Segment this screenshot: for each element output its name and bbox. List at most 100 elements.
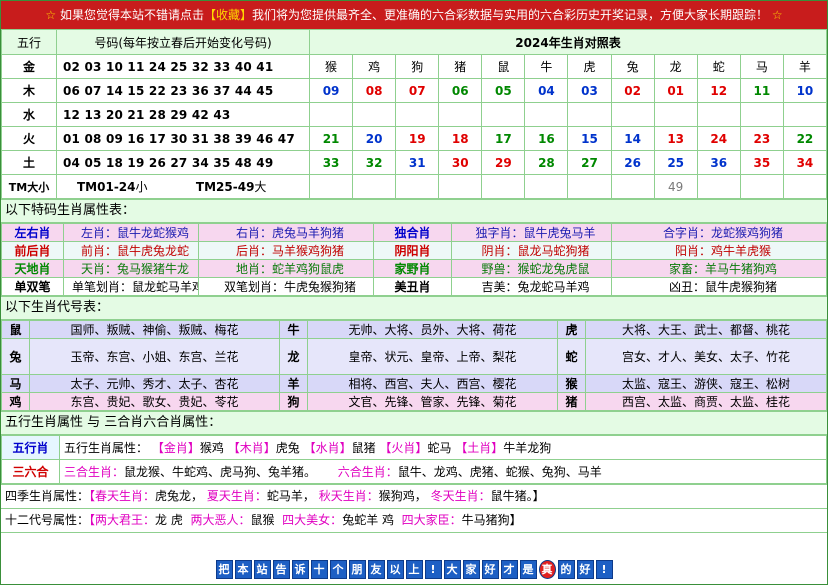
wuxing-label: 五行肖 <box>1 435 60 460</box>
code-zodiac: 虎 <box>557 320 586 339</box>
attribute-row: 单双笔 单笔划肖：鼠龙蛇马羊鸡 双笔划肖：牛虎兔猴狗猪 美丑肖 吉美：兔龙蛇马羊… <box>1 277 827 296</box>
number-cell <box>739 102 784 127</box>
footer-char: 才 <box>500 560 518 579</box>
number-cell <box>395 102 440 127</box>
code-desc: 国师、叛贼、神偷、叛贼、梅花 <box>29 320 280 339</box>
section-attributes-title: 以下特码生肖属性表： <box>1 199 827 223</box>
element-codes: 06 07 14 15 22 23 36 37 44 45 <box>56 78 310 103</box>
footer-char: 本 <box>234 560 252 579</box>
attribute-row: 前后肖 前肖：鼠牛虎兔龙蛇 后肖：马羊猴鸡狗猪 阴阳肖 阴肖：鼠龙马蛇狗猪 阳肖… <box>1 241 827 260</box>
twelve-value: 鼠猴 <box>250 513 275 527</box>
number-cell <box>308 102 354 127</box>
number-cell: 17 <box>481 126 526 151</box>
number-cell: 12 <box>696 78 741 103</box>
code-zodiac: 龙 <box>279 338 308 375</box>
number-cell: 29 <box>481 150 526 175</box>
attribute-key: 左右肖 <box>1 223 64 242</box>
zodiac-cell: 猴 <box>308 54 354 79</box>
wuxing-value: 蛇马 <box>427 441 452 455</box>
element-name: 水 <box>1 102 57 127</box>
twelve-label: 十二代号属性： <box>5 513 90 527</box>
number-cell: 35 <box>739 150 784 175</box>
code-desc: 相将、西宫、夫人、西宫、樱花 <box>307 374 558 393</box>
tm-ranges: TM01-24小 TM25-49大 <box>56 174 310 199</box>
element-name: 金 <box>1 54 57 79</box>
number-cell: 33 <box>308 150 354 175</box>
number-cell: 31 <box>395 150 440 175</box>
attribute-value: 天肖：兔马猴猪牛龙 <box>63 259 199 278</box>
twelve-tag: 两大恶人： <box>190 513 251 527</box>
zodiac-cell: 蛇 <box>696 54 741 79</box>
footer-char: 十 <box>310 560 328 579</box>
footer-char: 个 <box>329 560 347 579</box>
code-desc: 无帅、大将、员外、大将、荷花 <box>307 320 558 339</box>
footer-char: 大 <box>443 560 461 579</box>
season-tag: 秋天生肖： <box>318 489 379 503</box>
zodiac-cell: 兔 <box>610 54 655 79</box>
code-table: 鼠国师、叛贼、神偷、叛贼、梅花牛无帅、大将、员外、大将、荷花虎大将、大王、武士、… <box>1 320 827 411</box>
zodiac-cell: 羊 <box>782 54 828 79</box>
season-value: 猴狗鸡， <box>378 489 427 503</box>
attribute-value: 凶丑：鼠牛虎猴狗猪 <box>611 277 827 296</box>
zodiac-cell: 牛 <box>524 54 569 79</box>
tm-label: TM大小 <box>1 174 57 199</box>
zodiac-cell: 马 <box>739 54 784 79</box>
number-cell: 19 <box>395 126 440 151</box>
zodiac-cell: 龙 <box>653 54 698 79</box>
number-cell: 26 <box>610 150 655 175</box>
section-wuxing-title: 五行生肖属性 与 三合肖六合肖属性： <box>1 411 827 435</box>
season-tag: 【春天生肖： <box>89 489 156 503</box>
collect-link[interactable]: 【收藏】 <box>204 8 252 22</box>
code-desc: 大将、大王、武士、都督、桃花 <box>585 320 827 339</box>
wuxing-value: 虎兔 <box>275 441 300 455</box>
number-cell: 08 <box>352 78 397 103</box>
twelve-tag: 四大家臣： <box>401 513 462 527</box>
twelve-tag: 【两大君王： <box>89 513 156 527</box>
banner-text-post: 我们将为您提供最齐全、更准确的六合彩数据与实用的六合彩历史开奖记录，方便大家长期… <box>252 8 769 22</box>
number-cell: 14 <box>610 126 655 151</box>
tm-small: TM01-24 <box>77 180 136 194</box>
twelve-value: 牛马猪狗】 <box>461 513 522 527</box>
number-cell <box>438 102 483 127</box>
attribute-value: 单笔划肖：鼠龙蛇马羊鸡 <box>63 277 199 296</box>
number-cell: 28 <box>524 150 569 175</box>
star-icon: ☆ <box>45 8 57 22</box>
star-icon: ☆ <box>771 8 783 22</box>
attribute-value: 阴肖：鼠龙马蛇狗猪 <box>451 241 612 260</box>
footer-char: 朋 <box>348 560 366 579</box>
attribute-key: 前后肖 <box>1 241 64 260</box>
element-codes: 01 08 09 16 17 30 31 38 39 46 47 <box>56 126 310 151</box>
number-cell: 01 <box>653 78 698 103</box>
number-cell: 30 <box>438 150 483 175</box>
zodiac-cell: 虎 <box>567 54 612 79</box>
element-name: 土 <box>1 150 57 175</box>
attribute-value: 后肖：马羊猴鸡狗猪 <box>198 241 374 260</box>
number-cell: 32 <box>352 150 397 175</box>
season-tag: 夏天生肖： <box>206 489 267 503</box>
attribute-key: 家野肖 <box>373 259 452 278</box>
code-row: 鸡东宫、贵妃、歌女、贵妃、苓花狗文官、先锋、管家、先锋、菊花猪西宫、太监、商贾、… <box>1 392 827 411</box>
wuxing-tag: 【土肖】 <box>455 441 504 455</box>
twelve-row: 十二代号属性：【两大君王：龙 虎 两大恶人：鼠猴 四大美女：兔蛇羊 鸡 四大家臣… <box>1 508 827 533</box>
attribute-key: 美丑肖 <box>373 277 452 296</box>
code-desc: 太监、寇王、游侠、寇王、松树 <box>585 374 827 393</box>
header-codes: 号码(每年按立春后开始变化号码) <box>56 29 310 55</box>
code-zodiac: 马 <box>1 374 30 393</box>
attribute-value: 右肖：虎兔马羊狗猪 <box>198 223 374 242</box>
code-zodiac: 牛 <box>279 320 308 339</box>
footer-char: 把 <box>215 560 233 579</box>
number-cell: 11 <box>739 78 784 103</box>
number-cell: 15 <box>567 126 612 151</box>
code-desc: 东宫、贵妃、歌女、贵妃、苓花 <box>29 392 280 411</box>
code-desc: 文官、先锋、管家、先锋、菊花 <box>307 392 558 411</box>
number-cell: 21 <box>308 126 354 151</box>
wuxing-values: 五行生肖属性： 【金肖】猴鸡 【木肖】虎兔 【水肖】鼠猪 【火肖】蛇马 【土肖】… <box>59 435 827 460</box>
number-cell: 02 <box>610 78 655 103</box>
element-row: 水 12 13 20 21 28 29 42 43 <box>1 102 828 127</box>
wuxing-tag: 【金肖】 <box>151 441 200 455</box>
season-label: 四季生肖属性： <box>5 489 90 503</box>
zodiac-table: 五行 号码(每年按立春后开始变化号码) 2024年生肖对照表 金 02 03 10… <box>1 29 828 199</box>
number-cell <box>782 102 828 127</box>
zodiac-cell: 狗 <box>395 54 440 79</box>
footer-char: 上 <box>405 560 423 579</box>
